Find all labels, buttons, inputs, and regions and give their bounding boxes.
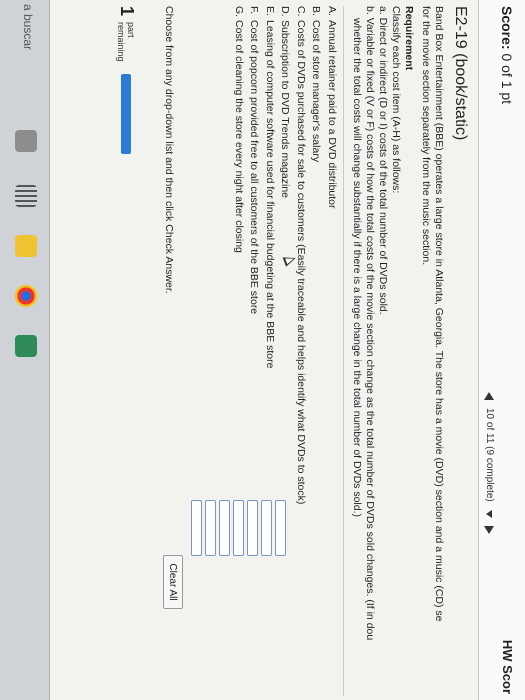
previous-question-icon[interactable] (484, 392, 495, 400)
cost-item-text: Cost of cleaning the store every night a… (232, 20, 245, 253)
cost-item-text: Cost of store manager's salary (310, 20, 323, 163)
cost-item-letter: C. (294, 6, 307, 17)
part-label: part (126, 22, 137, 38)
question-status[interactable]: 10 of 11 (9 complete) (484, 408, 495, 502)
answer-dropdowns (191, 500, 286, 556)
requirement-text: Classify each cost item (A-H) as follows… (390, 6, 402, 194)
cost-item: F. Cost of popcorn provided free to all c… (246, 6, 262, 696)
cost-item-text: Leasing of computer software used for fi… (263, 20, 276, 369)
folder-icon[interactable] (15, 235, 37, 257)
cost-item: A. Annual retainer paid to a DVD distribu… (324, 6, 340, 696)
progress-bar (121, 73, 132, 154)
intro-line: for the movie section separately from th… (420, 6, 432, 266)
question-body: Band Box Entertainment (BBE) operates a … (231, 6, 445, 696)
task-view-icon[interactable] (15, 130, 37, 152)
cost-item: D. Subscription to DVD Trends magazine (277, 6, 293, 696)
answer-dropdown[interactable] (261, 500, 272, 556)
cost-item-letter: E. (263, 6, 276, 16)
remaining-label: remaining (116, 22, 127, 62)
chrome-icon[interactable] (15, 285, 37, 307)
cost-item: B. Cost of store manager's salary (308, 6, 324, 696)
chevron-down-icon[interactable] (486, 509, 493, 518)
cost-item: G. Cost of cleaning the store every night… (231, 6, 247, 696)
hw-score-label: HW Scor (500, 639, 515, 694)
requirement-heading: Requirement (403, 6, 415, 71)
parts-remaining: 1 part remaining (116, 6, 137, 154)
cost-item-text: Cost of popcorn provided free to all cus… (248, 20, 261, 315)
part-number: 1 (117, 6, 137, 17)
clear-all-button[interactable]: Clear All (163, 555, 183, 609)
requirement-a: a. Direct or indirect (D or I) costs of … (377, 6, 389, 315)
cost-items-list: A. Annual retainer paid to a DVD distribu… (231, 6, 340, 696)
cost-item-letter: F. (248, 6, 261, 15)
store-icon[interactable] (15, 185, 37, 207)
answer-dropdown[interactable] (247, 500, 258, 556)
score-label: Score: (499, 6, 515, 50)
score-display: Score: 0 of 1 pt (499, 6, 515, 104)
next-question-icon[interactable] (484, 525, 495, 534)
cost-item-letter: A. (325, 6, 338, 16)
question-title: E2-19 (book/static) (452, 6, 469, 141)
answer-dropdown[interactable] (275, 500, 286, 556)
question-nav: 10 of 11 (9 complete) (484, 392, 495, 534)
divider (343, 6, 344, 696)
top-bar: Score: 0 of 1 pt HW Scor 10 of 11 (9 com… (478, 0, 525, 700)
answer-dropdown[interactable] (191, 500, 202, 556)
cost-item: E. Leasing of computer software used for … (262, 6, 278, 696)
app-icon[interactable] (15, 335, 37, 357)
requirement-b-continued: whether the total costs will change subs… (351, 18, 363, 518)
answer-dropdown[interactable] (205, 500, 216, 556)
requirement-b: b. Variable or fixed (V or F) costs of h… (364, 6, 376, 641)
answer-dropdown[interactable] (233, 500, 244, 556)
taskbar-search-text[interactable]: a buscar (21, 4, 35, 50)
os-taskbar: a buscar (0, 0, 50, 700)
part-label-group: part remaining (117, 22, 137, 62)
cost-item: C. Costs of DVDs purchased for sale to cu… (293, 6, 309, 696)
cost-item-letter: G. (232, 6, 245, 18)
cost-item-text: Subscription to DVD Trends magazine (279, 20, 292, 199)
cost-item-letter: B. (310, 6, 323, 16)
answer-dropdown[interactable] (219, 500, 230, 556)
progress-fill (121, 73, 132, 154)
instruction-text: Choose from any drop-down list and then … (163, 6, 175, 294)
cost-item-letter: D. (279, 6, 292, 17)
cost-item-text: Annual retainer paid to a DVD distributo… (325, 20, 338, 209)
intro-line: Band Box Entertainment (BBE) operates a … (433, 6, 445, 622)
screen: Score: 0 of 1 pt HW Scor 10 of 11 (9 com… (0, 0, 525, 700)
score-value: 0 of 1 pt (499, 53, 515, 105)
